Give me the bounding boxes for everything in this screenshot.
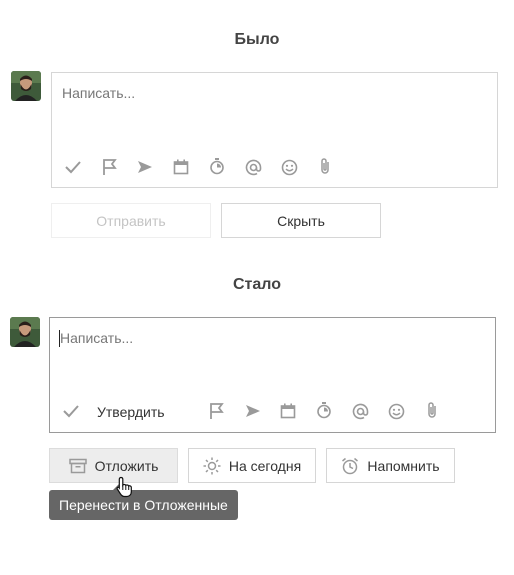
- smiley-icon[interactable]: [280, 158, 298, 176]
- postpone-button[interactable]: Отложить: [49, 448, 178, 483]
- paperclip-icon[interactable]: [316, 157, 334, 175]
- flag-icon[interactable]: [208, 402, 226, 420]
- tooltip: Перенести в Отложенные: [49, 490, 238, 520]
- send-icon[interactable]: [136, 158, 154, 176]
- at-icon[interactable]: [351, 402, 369, 420]
- at-icon[interactable]: [244, 158, 262, 176]
- avatar: [11, 71, 41, 101]
- avatar: [10, 317, 40, 347]
- send-icon[interactable]: [244, 402, 262, 420]
- timer-icon[interactable]: [208, 157, 226, 175]
- hand-cursor-icon: [116, 476, 134, 503]
- alarm-clock-icon: [341, 457, 359, 475]
- composer-placeholder: Написать...: [60, 330, 134, 346]
- sun-icon: [203, 457, 221, 475]
- send-button[interactable]: Отправить: [51, 203, 211, 238]
- paperclip-icon[interactable]: [423, 401, 441, 419]
- section-title-after: Стало: [232, 276, 281, 293]
- remind-button-label: Напомнить: [367, 457, 440, 474]
- section-title-before: Было: [234, 31, 280, 48]
- timer-icon[interactable]: [315, 401, 333, 419]
- flag-icon[interactable]: [101, 158, 119, 176]
- calendar-icon[interactable]: [172, 158, 190, 176]
- archive-box-icon: [68, 458, 87, 474]
- comment-composer-active[interactable]: Написать... Утвердить: [49, 317, 496, 433]
- today-button[interactable]: На сегодня: [188, 448, 316, 483]
- composer-placeholder: Написать...: [62, 85, 136, 101]
- approve-label[interactable]: Утвердить: [97, 404, 165, 420]
- check-icon[interactable]: [64, 158, 82, 176]
- calendar-icon[interactable]: [279, 402, 297, 420]
- hide-button[interactable]: Скрыть: [221, 203, 381, 238]
- smiley-icon[interactable]: [387, 402, 405, 420]
- check-icon[interactable]: [62, 402, 80, 420]
- remind-button[interactable]: Напомнить: [326, 448, 455, 483]
- today-button-label: На сегодня: [228, 457, 302, 474]
- comment-composer[interactable]: Написать...: [51, 72, 498, 188]
- postpone-button-label: Отложить: [94, 457, 159, 474]
